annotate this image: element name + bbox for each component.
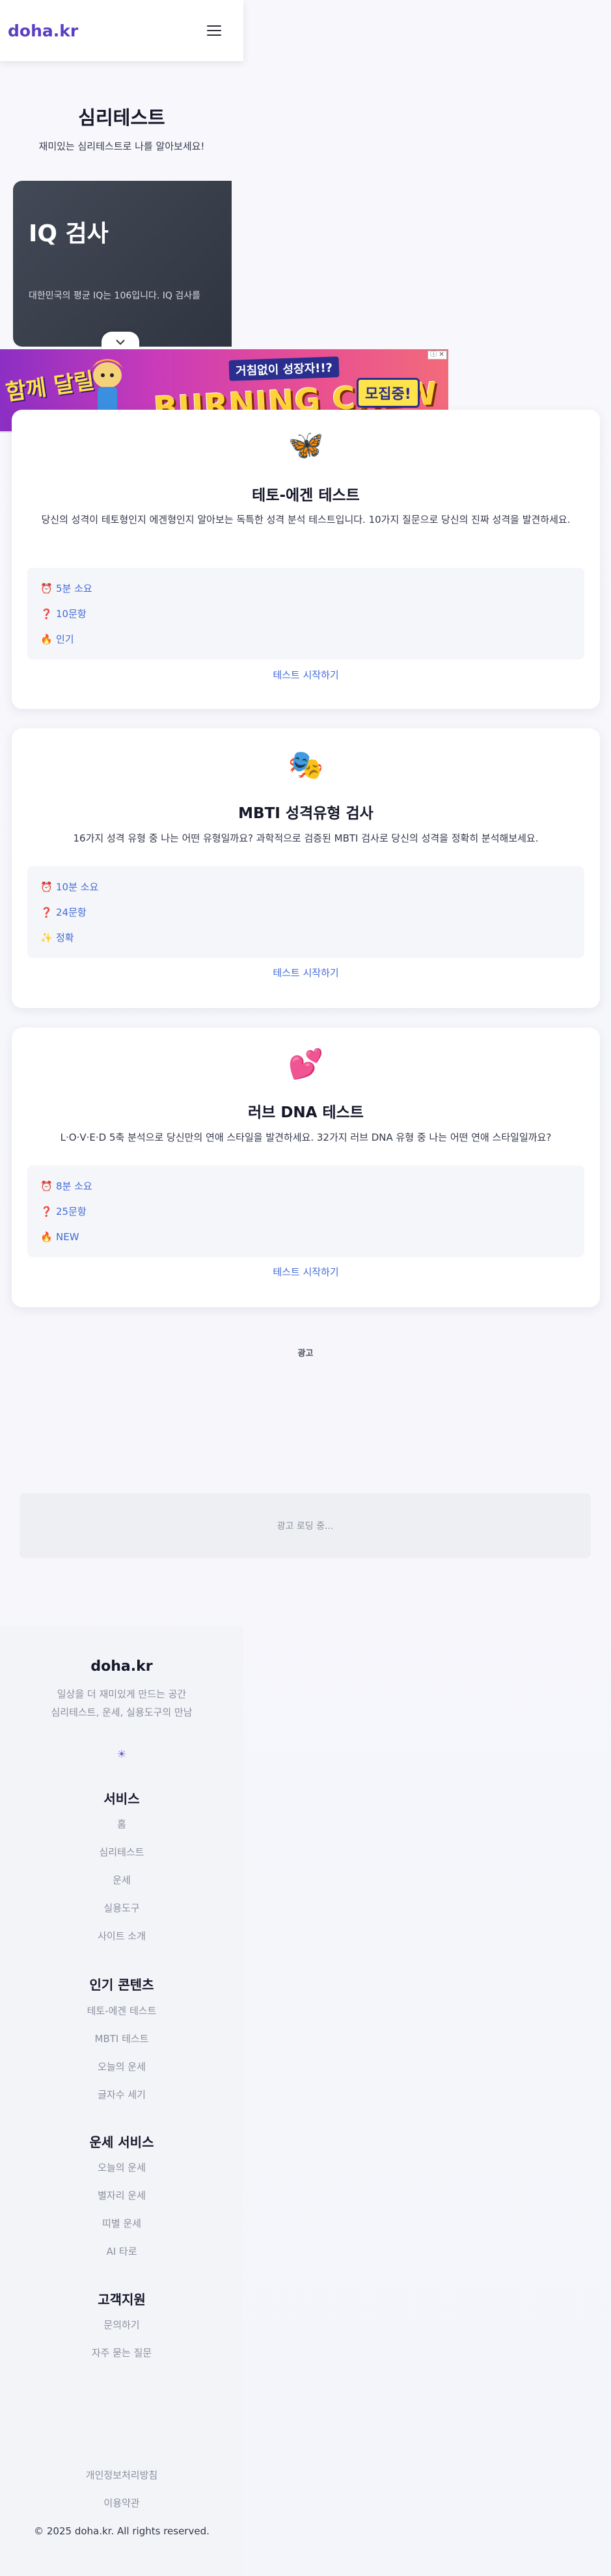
ad-slot: 광고 로딩 중...	[20, 1493, 591, 1558]
test-card-description: L·O·V·E·D 5축 분석으로 당신만의 연애 스타일을 발견하세요. 32…	[60, 1132, 552, 1143]
ad-cta-button[interactable]: 모집중!	[357, 378, 420, 408]
site-footer: doha.kr 일상을 더 재미있게 만드는 공간 심리테스트, 운세, 실용도…	[0, 1626, 243, 2576]
footer-link-zodiac[interactable]: 별자리 운세	[0, 2188, 243, 2202]
question-mark-icon: ❓	[40, 607, 53, 620]
footer-link-fortune[interactable]: 운세	[0, 1873, 243, 1887]
meta-questions: ❓ 25문항	[40, 1199, 571, 1224]
start-test-link[interactable]: 테스트 시작하기	[12, 1265, 600, 1279]
butterfly-icon: 🦋	[288, 429, 324, 462]
hamburger-menu-icon[interactable]	[207, 25, 221, 36]
meta-questions: ❓ 10문항	[40, 601, 571, 626]
footer-link-animal-zodiac[interactable]: 띠별 운세	[0, 2216, 243, 2230]
featured-test-carousel[interactable]: IQ 검사 대한민국의 평균 IQ는 106입니다. IQ 검사를	[13, 181, 232, 347]
footer-link-tests[interactable]: 심리테스트	[0, 1845, 243, 1859]
alarm-clock-icon: ⏰	[40, 1180, 53, 1192]
carousel-description: 대한민국의 평균 IQ는 106입니다. IQ 검사를	[29, 291, 201, 301]
footer-heading-popular: 인기 콘텐츠	[89, 1977, 154, 1993]
footer-link-teto-egen[interactable]: 테토-에겐 테스트	[0, 2004, 243, 2017]
meta-text: NEW	[56, 1230, 79, 1243]
meta-text: 25문항	[56, 1206, 87, 1217]
page-subtitle: 재미있는 심리테스트로 나를 알아보세요!	[38, 140, 205, 152]
footer-tagline: 심리테스트, 운세, 실용도구의 만남	[51, 1706, 193, 1718]
meta-badge: 🔥 NEW	[40, 1224, 571, 1249]
meta-text: 인기	[56, 633, 74, 645]
test-card-description: 16가지 성격 유형 중 나는 어떤 유형일까요? 과학적으로 검증된 MBTI…	[73, 832, 539, 844]
footer-tagline: 일상을 더 재미있게 만드는 공간	[57, 1688, 187, 1700]
sparkles-icon: ✨	[40, 931, 53, 944]
start-test-link[interactable]: 테스트 시작하기	[12, 668, 600, 682]
footer-copyright: © 2025 doha.kr. All rights reserved.	[34, 2525, 210, 2537]
footer-link-contact[interactable]: 문의하기	[0, 2318, 243, 2331]
test-card-meta: ⏰ 10분 소요 ❓ 24문항 ✨ 정확	[27, 866, 584, 958]
meta-questions: ❓ 24문항	[40, 899, 571, 925]
meta-badge: 🔥 인기	[40, 626, 571, 652]
footer-link-faq[interactable]: 자주 묻는 질문	[0, 2346, 243, 2359]
footer-link-char-counter[interactable]: 글자수 세기	[0, 2088, 243, 2101]
question-mark-icon: ❓	[40, 1205, 53, 1217]
test-card-meta: ⏰ 8분 소요 ❓ 25문항 🔥 NEW	[27, 1165, 584, 1257]
meta-text: 정확	[56, 932, 74, 944]
test-card-title: 러브 DNA 테스트	[248, 1104, 364, 1121]
meta-text: 10분 소요	[56, 881, 99, 893]
footer-link-daily-fortune[interactable]: 오늘의 운세	[0, 2160, 243, 2174]
fire-icon: 🔥	[40, 1230, 53, 1243]
ad-loading-text: 광고 로딩 중...	[277, 1521, 334, 1532]
test-card-title: MBTI 성격유형 검사	[238, 805, 373, 822]
ad-slogan: 거침없이 성장자!!?	[228, 356, 340, 381]
footer-link-about[interactable]: 사이트 소개	[0, 1929, 243, 1943]
meta-badge: ✨ 정확	[40, 925, 571, 950]
test-card-love-dna[interactable]: 💕 러브 DNA 테스트 L·O·V·E·D 5축 분석으로 당신만의 연애 스…	[12, 1028, 600, 1307]
carousel-title: IQ 검사	[29, 220, 109, 247]
footer-link-tools[interactable]: 실용도구	[0, 1901, 243, 1915]
meta-duration: ⏰ 10분 소요	[40, 874, 571, 899]
footer-link-ai-tarot[interactable]: AI 타로	[0, 2244, 243, 2258]
theater-masks-icon: 🎭	[288, 749, 324, 782]
site-logo[interactable]: doha.kr	[8, 21, 78, 40]
theme-toggle-sun-icon[interactable]: ☀	[0, 1748, 243, 1761]
footer-link-daily-fortune[interactable]: 오늘의 운세	[0, 2060, 243, 2073]
question-mark-icon: ❓	[40, 906, 53, 918]
test-card-title: 테토-에겐 테스트	[252, 487, 360, 504]
meta-duration: ⏰ 5분 소요	[40, 576, 571, 601]
test-card-meta: ⏰ 5분 소요 ❓ 10문항 🔥 인기	[27, 568, 584, 659]
site-header: doha.kr	[0, 0, 243, 61]
meta-text: 10문항	[56, 608, 87, 620]
footer-link-mbti[interactable]: MBTI 테스트	[0, 2032, 243, 2045]
footer-link-privacy[interactable]: 개인정보처리방침	[0, 2468, 243, 2482]
footer-brand[interactable]: doha.kr	[0, 1658, 243, 1675]
test-card-mbti[interactable]: 🎭 MBTI 성격유형 검사 16가지 성격 유형 중 나는 어떤 유형일까요?…	[12, 728, 600, 1008]
page: doha.kr 심리테스트 재미있는 심리테스트로 나를 알아보세요! IQ 검…	[0, 0, 611, 2576]
start-test-link[interactable]: 테스트 시작하기	[12, 966, 600, 979]
alarm-clock-icon: ⏰	[40, 582, 53, 594]
footer-link-home[interactable]: 홈	[0, 1817, 243, 1831]
footer-heading-services: 서비스	[103, 1791, 140, 1807]
footer-link-terms[interactable]: 이용약관	[0, 2496, 243, 2510]
ad-close-icon[interactable]: ⓘ ✕	[428, 351, 447, 360]
test-card-teto-egen[interactable]: 🦋 테토-에겐 테스트 당신의 성격이 테토형인지 에겐형인지 알아보는 독특한…	[12, 410, 600, 709]
meta-text: 24문항	[56, 907, 87, 918]
meta-duration: ⏰ 8분 소요	[40, 1173, 571, 1199]
two-hearts-icon: 💕	[288, 1048, 324, 1081]
page-title: 심리테스트	[78, 107, 165, 129]
alarm-clock-icon: ⏰	[40, 881, 53, 893]
fire-icon: 🔥	[40, 633, 53, 645]
meta-text: 5분 소요	[56, 583, 92, 594]
footer-heading-fortune: 운세 서비스	[89, 2134, 154, 2150]
meta-text: 8분 소요	[56, 1180, 92, 1192]
test-card-description: 당신의 성격이 테토형인지 에겐형인지 알아보는 독특한 성격 분석 테스트입니…	[41, 514, 571, 525]
footer-heading-support: 고객지원	[98, 2292, 146, 2307]
ad-label: 광고	[297, 1349, 314, 1359]
